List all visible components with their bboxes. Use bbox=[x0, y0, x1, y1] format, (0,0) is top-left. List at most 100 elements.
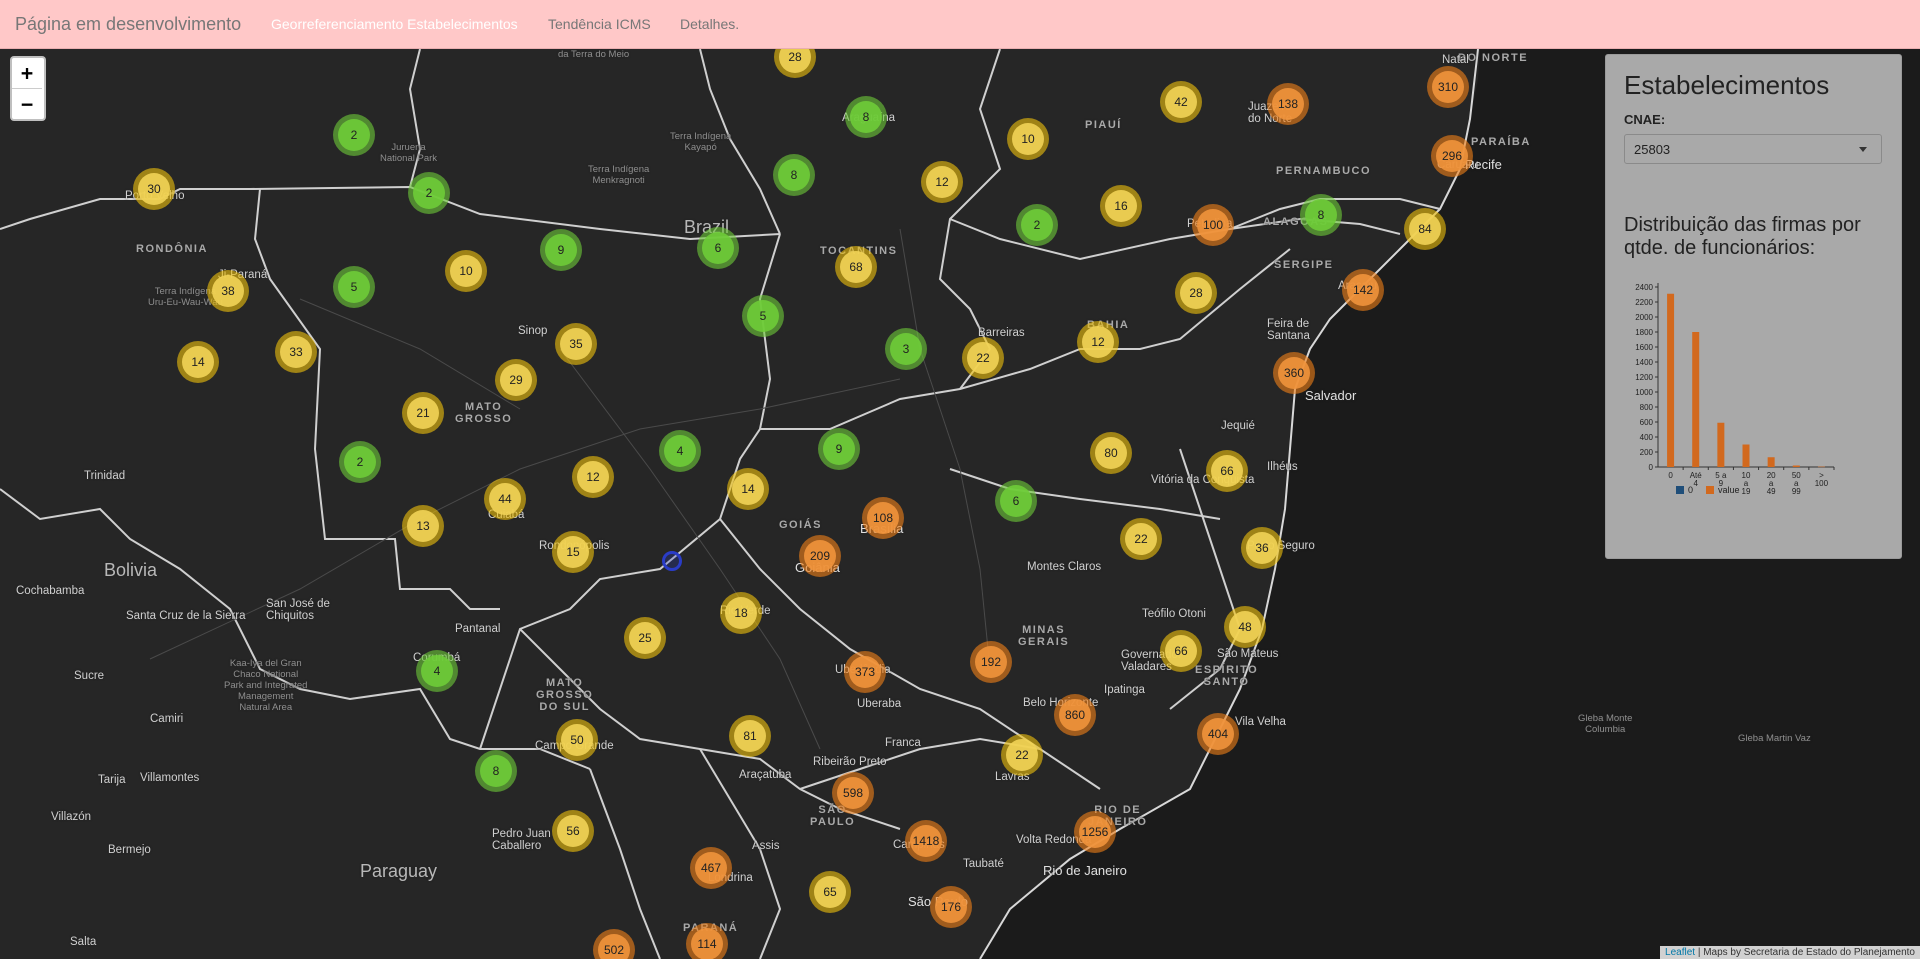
y-tick-label: 2200 bbox=[1635, 298, 1653, 307]
nav-tab-detalhes[interactable]: Detalhes. bbox=[680, 16, 739, 32]
cluster-marker[interactable]: 176 bbox=[930, 886, 972, 928]
cnae-select[interactable]: 25803 bbox=[1624, 134, 1882, 164]
cluster-marker[interactable]: 10 bbox=[445, 250, 487, 292]
cluster-marker[interactable]: 66 bbox=[1160, 630, 1202, 672]
cluster-marker[interactable]: 10 bbox=[1007, 118, 1049, 160]
cluster-marker[interactable]: 108 bbox=[862, 497, 904, 539]
legend-label-0: 0 bbox=[1688, 485, 1693, 495]
cluster-marker[interactable]: 65 bbox=[809, 871, 851, 913]
cluster-marker[interactable]: 3 bbox=[885, 328, 927, 370]
y-tick-label: 2400 bbox=[1635, 283, 1653, 292]
cluster-marker[interactable]: 81 bbox=[729, 715, 771, 757]
cluster-marker[interactable]: 84 bbox=[1404, 208, 1446, 250]
cluster-marker[interactable]: 14 bbox=[177, 341, 219, 383]
x-tick-label: >100 bbox=[1815, 471, 1829, 488]
cluster-marker[interactable]: 192 bbox=[970, 641, 1012, 683]
cluster-marker[interactable]: 5 bbox=[742, 295, 784, 337]
cluster-marker[interactable]: 142 bbox=[1342, 269, 1384, 311]
cluster-marker[interactable]: 80 bbox=[1090, 432, 1132, 474]
cluster-marker[interactable]: 5 bbox=[333, 266, 375, 308]
map-label-74: Bermejo bbox=[108, 844, 151, 856]
cluster-marker[interactable]: 6 bbox=[697, 227, 739, 269]
cluster-marker[interactable]: 28 bbox=[1175, 272, 1217, 314]
cluster-marker[interactable]: 35 bbox=[555, 323, 597, 365]
cluster-marker[interactable]: 56 bbox=[552, 810, 594, 852]
cluster-count: 22 bbox=[967, 342, 999, 374]
legend-swatch-0 bbox=[1676, 486, 1684, 494]
cluster-marker[interactable]: 15 bbox=[552, 531, 594, 573]
cluster-marker[interactable]: 9 bbox=[818, 428, 860, 470]
cluster-marker[interactable]: 30 bbox=[133, 168, 175, 210]
cluster-marker[interactable]: 6 bbox=[995, 480, 1037, 522]
cluster-marker[interactable]: 4 bbox=[416, 650, 458, 692]
cluster-marker[interactable]: 2 bbox=[1016, 204, 1058, 246]
cluster-marker[interactable]: 9 bbox=[540, 229, 582, 271]
cluster-marker[interactable]: 373 bbox=[844, 651, 886, 693]
cluster-marker[interactable]: 12 bbox=[921, 161, 963, 203]
cluster-marker[interactable]: 22 bbox=[962, 337, 1004, 379]
cluster-marker[interactable]: 66 bbox=[1206, 450, 1248, 492]
cluster-marker[interactable]: 18 bbox=[720, 592, 762, 634]
cluster-marker[interactable]: 16 bbox=[1100, 185, 1142, 227]
cluster-marker[interactable]: 467 bbox=[690, 847, 732, 889]
selected-location-marker[interactable] bbox=[662, 551, 682, 571]
nav-tab-georreferenciamento[interactable]: Georreferenciamento Estabelecimentos bbox=[271, 16, 518, 32]
map-label-56: Ipatinga bbox=[1104, 684, 1145, 696]
map-label-52: Kaa-Iya del Gran Chaco National Park and… bbox=[224, 658, 308, 713]
cluster-count: 598 bbox=[837, 777, 869, 809]
nav-tab-tendencia-icms[interactable]: Tendência ICMS bbox=[548, 16, 651, 32]
cluster-count: 8 bbox=[778, 159, 810, 191]
cluster-marker[interactable]: 2 bbox=[333, 114, 375, 156]
cluster-marker[interactable]: 38 bbox=[207, 270, 249, 312]
legend-label-value: value bbox=[1718, 485, 1740, 495]
cluster-marker[interactable]: 22 bbox=[1001, 734, 1043, 776]
cluster-marker[interactable]: 44 bbox=[484, 478, 526, 520]
cluster-marker[interactable]: 8 bbox=[1300, 194, 1342, 236]
cluster-marker[interactable]: 4 bbox=[659, 430, 701, 472]
cluster-marker[interactable]: 209 bbox=[799, 535, 841, 577]
cluster-marker[interactable]: 8 bbox=[773, 154, 815, 196]
cluster-marker[interactable]: 1418 bbox=[905, 820, 947, 862]
cluster-marker[interactable]: 8 bbox=[845, 96, 887, 138]
cluster-marker[interactable]: 860 bbox=[1054, 694, 1096, 736]
cluster-marker[interactable]: 8 bbox=[475, 750, 517, 792]
cluster-marker[interactable]: 296 bbox=[1431, 135, 1473, 177]
y-tick-label: 0 bbox=[1649, 463, 1654, 472]
cluster-marker[interactable]: 22 bbox=[1120, 518, 1162, 560]
cluster-marker[interactable]: 310 bbox=[1427, 66, 1469, 108]
cluster-marker[interactable]: 29 bbox=[495, 359, 537, 401]
zoom-in-button[interactable]: + bbox=[12, 58, 42, 88]
cluster-count: 68 bbox=[840, 251, 872, 283]
cluster-marker[interactable]: 25 bbox=[624, 617, 666, 659]
cluster-marker[interactable]: 36 bbox=[1241, 527, 1283, 569]
cluster-marker[interactable]: 404 bbox=[1197, 713, 1239, 755]
navbar-brand[interactable]: Página em desenvolvimento bbox=[15, 14, 241, 35]
cluster-marker[interactable]: 68 bbox=[835, 246, 877, 288]
cluster-marker[interactable]: 42 bbox=[1160, 81, 1202, 123]
cluster-marker[interactable]: 598 bbox=[832, 772, 874, 814]
cluster-marker[interactable]: 12 bbox=[572, 456, 614, 498]
establishments-panel: Estabelecimentos CNAE: 25803 Distribuiçã… bbox=[1605, 54, 1902, 559]
zoom-out-button[interactable]: − bbox=[12, 88, 42, 119]
cluster-marker[interactable]: 48 bbox=[1224, 606, 1266, 648]
map-label-50: ESPÍRITO SANTO bbox=[1195, 664, 1259, 688]
cluster-marker[interactable]: 50 bbox=[556, 719, 598, 761]
map-label-63: Gleba Martin Vaz bbox=[1738, 733, 1811, 744]
cluster-count: 38 bbox=[212, 275, 244, 307]
cluster-marker[interactable]: 21 bbox=[402, 392, 444, 434]
cluster-marker[interactable]: 14 bbox=[727, 468, 769, 510]
leaflet-link[interactable]: Leaflet bbox=[1665, 947, 1695, 958]
y-tick-label: 400 bbox=[1640, 433, 1654, 442]
cluster-marker[interactable]: 13 bbox=[402, 505, 444, 547]
cluster-marker[interactable]: 114 bbox=[686, 923, 728, 959]
cluster-marker[interactable]: 100 bbox=[1192, 204, 1234, 246]
cluster-marker[interactable]: 2 bbox=[408, 172, 450, 214]
cluster-marker[interactable]: 33 bbox=[275, 331, 317, 373]
cluster-marker[interactable]: 1256 bbox=[1074, 811, 1116, 853]
map-label-41: Cochabamba bbox=[16, 585, 85, 597]
cluster-marker[interactable]: 2 bbox=[339, 441, 381, 483]
cluster-count: 80 bbox=[1095, 437, 1127, 469]
cluster-marker[interactable]: 138 bbox=[1267, 83, 1309, 125]
cluster-marker[interactable]: 360 bbox=[1273, 352, 1315, 394]
cluster-marker[interactable]: 12 bbox=[1077, 321, 1119, 363]
